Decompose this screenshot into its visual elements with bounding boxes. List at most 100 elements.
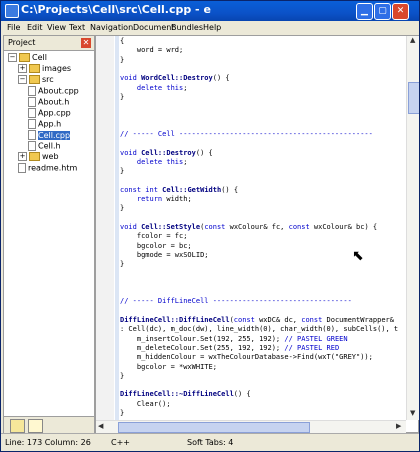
code-text: m_hiddenColour = wxTheColourDatabase->Fi… xyxy=(120,353,373,362)
vertical-scroll-thumb[interactable] xyxy=(408,82,419,114)
minimize-button[interactable]: ▁ xyxy=(356,3,373,20)
code-text: fcolor = fc; xyxy=(120,232,188,241)
tree-file[interactable]: About.h xyxy=(28,97,69,107)
project-panel-title: Project xyxy=(8,38,36,47)
open-folder-icon[interactable] xyxy=(10,419,25,433)
vertical-scrollbar[interactable]: ▲ ▼ xyxy=(406,36,419,420)
code-line[interactable]: }74 xyxy=(120,408,406,419)
menu-navigation[interactable]: Navigation xyxy=(90,23,133,32)
code-text: void WordCell::Destroy() { xyxy=(120,74,230,83)
file-icon xyxy=(28,86,36,96)
code-text: delete this; xyxy=(136,83,188,92)
tree-file[interactable]: App.h xyxy=(28,119,61,129)
tree-item-label: Cell xyxy=(32,53,47,62)
code-text: : Cell(dc), m_doc(dw), line_width(0), ch… xyxy=(120,325,399,334)
code-text: } xyxy=(120,409,125,417)
code-text: bgcolor = bc; xyxy=(120,241,192,250)
tree-file[interactable]: Cell.cpp xyxy=(28,130,71,140)
code-text: void Cell::Destroy() { xyxy=(120,148,213,157)
syntax-mode[interactable]: C++ xyxy=(111,438,130,447)
file-icon xyxy=(28,97,36,107)
folder-icon xyxy=(29,64,40,73)
tree-file[interactable]: About.cpp xyxy=(28,86,79,96)
code-text: Clear(); xyxy=(120,399,171,408)
tree-folder[interactable]: + web xyxy=(18,152,59,162)
code-text: } xyxy=(120,55,125,64)
tree-item-label: App.cpp xyxy=(38,108,71,118)
code-editor[interactable]: {34 word = wrd;35}3637void WordCell::Des… xyxy=(95,35,419,433)
tree-file[interactable]: App.cpp xyxy=(28,108,71,118)
folder-icon xyxy=(29,152,40,161)
new-file-icon[interactable] xyxy=(28,419,43,433)
menu-document[interactable]: Document xyxy=(133,23,174,32)
line-number-gutter xyxy=(96,36,114,420)
code-text: m_insertColour.Set(192, 255, 192); // PA… xyxy=(120,334,348,343)
menu-file[interactable]: File xyxy=(7,23,20,32)
close-button[interactable]: ✕ xyxy=(392,3,409,20)
horizontal-scrollbar[interactable]: ◀ ▶ xyxy=(96,420,406,433)
expand-collapse-icon[interactable]: + xyxy=(18,64,27,73)
expand-collapse-icon[interactable]: − xyxy=(8,53,17,62)
scroll-up-icon[interactable]: ▲ xyxy=(410,36,415,44)
project-panel: Project ✕ − Cell + images − src About.cpp About… xyxy=(3,35,95,433)
menu-edit[interactable]: Edit xyxy=(27,23,43,32)
fold-margin xyxy=(115,36,119,420)
tree-folder[interactable]: − Cell xyxy=(8,53,47,63)
expand-collapse-icon[interactable]: + xyxy=(18,152,27,161)
menu-text[interactable]: Text xyxy=(69,23,85,32)
code-text: word = wrd; xyxy=(120,46,184,55)
cursor-position: Line: 173 Column: 26 xyxy=(5,438,91,447)
maximize-button[interactable]: ▢ xyxy=(374,3,391,20)
menu-bundles[interactable]: Bundles xyxy=(171,23,203,32)
code-text: DiffLineCell::DiffLineCell(const wxDC& d… xyxy=(120,316,394,324)
code-text: return width; xyxy=(136,195,192,204)
tree-item-label: About.h xyxy=(38,97,70,107)
panel-close-icon[interactable]: ✕ xyxy=(81,38,91,48)
app-window: C:\Projects\Cell\src\Cell.cpp - e ▁ ▢ ✕ … xyxy=(0,0,420,452)
horizontal-scroll-thumb[interactable] xyxy=(118,422,310,433)
menu-bar: File Edit View Text Navigation Document … xyxy=(1,21,419,35)
file-icon xyxy=(28,130,36,140)
code-text: bgmode = wxSOLID; xyxy=(120,250,209,259)
code-text: const int Cell::GetWidth() { xyxy=(120,185,239,194)
title-bar[interactable]: C:\Projects\Cell\src\Cell.cpp - e ▁ ▢ ✕ xyxy=(1,1,419,21)
tab-setting[interactable]: Soft Tabs: 4 xyxy=(187,438,233,447)
menu-help[interactable]: Help xyxy=(203,23,221,32)
scroll-left-icon[interactable]: ◀ xyxy=(98,422,103,430)
scroll-right-icon[interactable]: ▶ xyxy=(396,422,401,430)
code-text: } xyxy=(120,92,125,101)
code-text: } xyxy=(120,204,125,213)
tree-folder[interactable]: + images xyxy=(18,64,71,74)
window-title: C:\Projects\Cell\src\Cell.cpp - e xyxy=(21,3,211,16)
code-text: bgcolor = *wxWHITE; xyxy=(120,362,217,371)
tree-item-label: src xyxy=(42,75,54,84)
tree-item-label: App.h xyxy=(38,119,62,129)
code-text: delete this; xyxy=(136,157,188,166)
file-icon xyxy=(28,108,36,118)
expand-collapse-icon[interactable]: − xyxy=(18,75,27,84)
file-icon xyxy=(28,119,36,129)
tree-item-label: About.cpp xyxy=(38,86,79,96)
tree-folder[interactable]: − src xyxy=(18,75,54,85)
code-text: DiffLineCell::~DiffLineCell() { xyxy=(120,390,251,399)
folder-icon xyxy=(19,53,30,62)
scroll-down-icon[interactable]: ▼ xyxy=(410,409,415,417)
tree-file[interactable]: Cell.h xyxy=(28,141,61,151)
status-bar: Line: 173 Column: 26 C++ Soft Tabs: 4 xyxy=(1,433,419,451)
file-icon xyxy=(28,141,36,151)
file-icon xyxy=(18,163,26,173)
code-text: // ----- Cell --------------------------… xyxy=(120,130,373,138)
menu-view[interactable]: View xyxy=(47,23,66,32)
code-text: } xyxy=(120,371,125,380)
code-text: { xyxy=(120,37,125,45)
code-text: } xyxy=(120,167,125,176)
code-text: // ----- DiffLineCell ------------------… xyxy=(120,297,352,306)
folder-icon xyxy=(29,75,40,84)
project-panel-footer xyxy=(4,416,94,433)
tree-file[interactable]: readme.htm xyxy=(18,163,77,173)
project-panel-header: Project ✕ xyxy=(4,36,94,51)
tree-item-label: web xyxy=(42,152,59,161)
tree-item-label: readme.htm xyxy=(28,163,78,173)
tree-item-label: Cell.h xyxy=(38,141,61,151)
code-area[interactable]: {34 word = wrd;35}3637void WordCell::Des… xyxy=(120,36,406,420)
